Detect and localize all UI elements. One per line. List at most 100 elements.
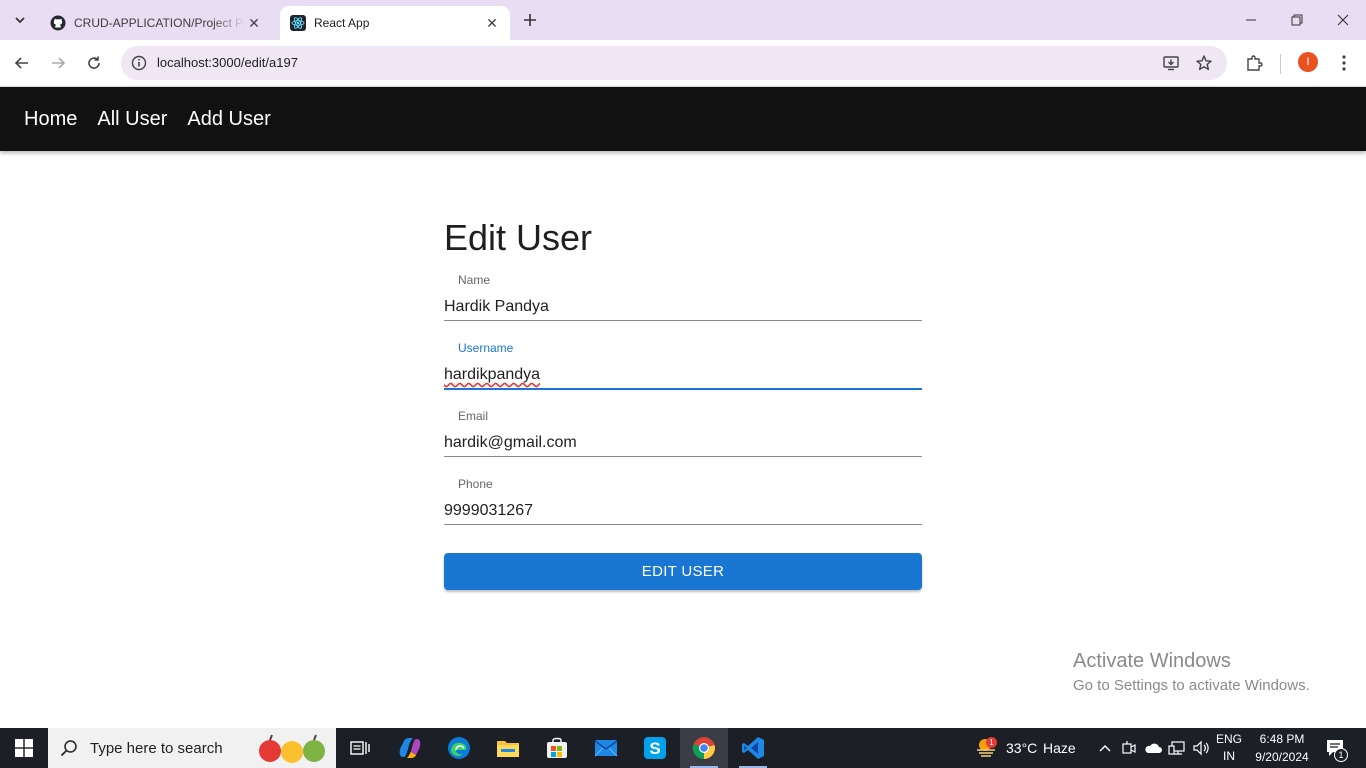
install-app-icon[interactable] — [1161, 53, 1181, 73]
weather-condition[interactable]: Haze — [1043, 740, 1076, 756]
onedrive-cloud-icon[interactable] — [1143, 738, 1163, 758]
name-label: Name — [458, 273, 491, 287]
microsoft-store-button[interactable] — [533, 728, 581, 768]
task-view-button[interactable] — [336, 728, 384, 768]
fruit-search-highlight-icon — [256, 734, 332, 764]
username-field[interactable]: Username hardikpandya — [444, 341, 922, 391]
nav-link-add-user[interactable]: Add User — [187, 108, 270, 131]
username-value: hardikpandya — [444, 366, 541, 383]
show-hidden-icons-chevron-up-icon[interactable] — [1095, 738, 1115, 758]
menu-button[interactable] — [1332, 51, 1356, 75]
username-label: Username — [458, 341, 514, 355]
tab-react-app[interactable]: React App ✕ — [280, 6, 510, 40]
arrow-right-icon — [52, 57, 66, 69]
chrome-icon — [692, 737, 715, 760]
svg-text:S: S — [649, 739, 660, 758]
edge-button[interactable] — [435, 728, 483, 768]
tab-github[interactable]: CRUD-APPLICATION/Project Pr ✕ — [40, 6, 272, 40]
forward-button[interactable] — [46, 51, 70, 75]
copilot-button[interactable] — [386, 728, 434, 768]
chrome-button[interactable] — [680, 728, 728, 768]
language-code: ENG — [1216, 732, 1243, 746]
username-input[interactable]: hardikpandya — [444, 366, 922, 384]
tab-title: React App — [314, 16, 370, 30]
clock-time: 6:48 PM — [1259, 732, 1305, 746]
puzzle-icon — [1247, 55, 1263, 71]
vscode-icon — [742, 737, 764, 759]
name-field[interactable]: Name Hardik Pandya — [444, 273, 922, 323]
watermark-title: Activate Windows — [1073, 650, 1231, 672]
email-input[interactable]: hardik@gmail.com — [444, 434, 922, 452]
meet-now-icon[interactable] — [1119, 738, 1139, 758]
network-icon[interactable] — [1167, 738, 1187, 758]
site-info-icon[interactable] — [129, 53, 149, 73]
input-language-indicator[interactable]: ENG IN — [1216, 731, 1242, 765]
clock-date: 9/20/2024 — [1255, 750, 1309, 764]
weather-temperature[interactable]: 33°C — [1006, 740, 1037, 756]
edge-icon — [448, 737, 470, 759]
phone-field[interactable]: Phone 9999031267 — [444, 477, 922, 527]
email-field[interactable]: Email hardik@gmail.com — [444, 409, 922, 459]
minimize-button[interactable] — [1228, 0, 1274, 40]
username-underline — [444, 388, 922, 390]
extensions-button[interactable] — [1242, 51, 1266, 75]
restore-icon — [1291, 14, 1303, 26]
activate-windows-watermark: Activate Windows Go to Settings to activ… — [1073, 650, 1310, 694]
skype-icon: S — [644, 737, 666, 759]
new-tab-button[interactable] — [520, 10, 540, 30]
reload-icon — [88, 56, 100, 69]
chevron-down-icon — [15, 17, 25, 24]
folder-icon — [497, 741, 519, 757]
weather-badge: 1 — [986, 737, 997, 748]
nav-link-all-user[interactable]: All User — [97, 108, 167, 131]
region-code: IN — [1223, 749, 1235, 763]
copilot-icon — [399, 738, 421, 758]
mail-icon — [594, 740, 618, 757]
taskbar-search-box[interactable]: Type here to search — [48, 728, 336, 768]
task-view-icon — [350, 741, 370, 755]
tab-search-button[interactable] — [8, 8, 32, 32]
name-input[interactable]: Hardik Pandya — [444, 298, 922, 316]
taskbar: Type here to search S 1 33°C Haze ENG IN… — [0, 728, 1366, 768]
email-underline — [444, 456, 922, 457]
url-text[interactable]: localhost:3000/edit/a197 — [157, 55, 298, 70]
toolbar-divider — [1280, 54, 1281, 74]
close-icon[interactable]: ✕ — [246, 15, 262, 31]
tab-title: CRUD-APPLICATION/Project Pr — [74, 16, 246, 30]
system-clock[interactable]: 6:48 PM 9/20/2024 — [1244, 730, 1320, 766]
name-underline — [444, 320, 922, 321]
github-icon — [50, 15, 66, 31]
store-icon — [547, 737, 567, 758]
file-explorer-button[interactable] — [484, 728, 532, 768]
restore-button[interactable] — [1274, 0, 1320, 40]
react-icon — [290, 15, 306, 31]
search-icon — [60, 739, 78, 757]
mail-button[interactable] — [582, 728, 630, 768]
profile-avatar[interactable]: I — [1298, 52, 1318, 72]
notification-count-badge: 1 — [1334, 748, 1348, 762]
volume-icon[interactable] — [1191, 738, 1211, 758]
edit-user-button[interactable]: EDIT USER — [444, 553, 922, 590]
windows-logo-icon — [15, 739, 33, 757]
search-placeholder: Type here to search — [90, 739, 223, 757]
close-icon[interactable]: ✕ — [484, 15, 500, 31]
address-bar[interactable]: localhost:3000/edit/a197 — [121, 46, 1227, 80]
skype-button[interactable]: S — [631, 728, 679, 768]
vscode-button[interactable] — [729, 728, 777, 768]
tab-strip: CRUD-APPLICATION/Project Pr ✕ React App … — [0, 0, 1366, 40]
start-button[interactable] — [0, 728, 48, 768]
browser-toolbar: localhost:3000/edit/a197 I — [0, 40, 1366, 87]
page-title: Edit User — [444, 217, 593, 258]
close-window-button[interactable] — [1320, 0, 1366, 40]
watermark-subtitle: Go to Settings to activate Windows. — [1073, 677, 1310, 694]
app-navbar: Home All User Add User — [0, 87, 1366, 151]
close-icon — [1337, 14, 1349, 26]
nav-link-home[interactable]: Home — [24, 108, 77, 131]
plus-icon — [524, 14, 536, 26]
email-label: Email — [458, 409, 489, 423]
kebab-menu-icon — [1342, 55, 1346, 71]
reload-button[interactable] — [82, 51, 106, 75]
bookmark-star-icon[interactable] — [1194, 53, 1214, 73]
phone-input[interactable]: 9999031267 — [444, 502, 922, 520]
back-button[interactable] — [10, 51, 34, 75]
